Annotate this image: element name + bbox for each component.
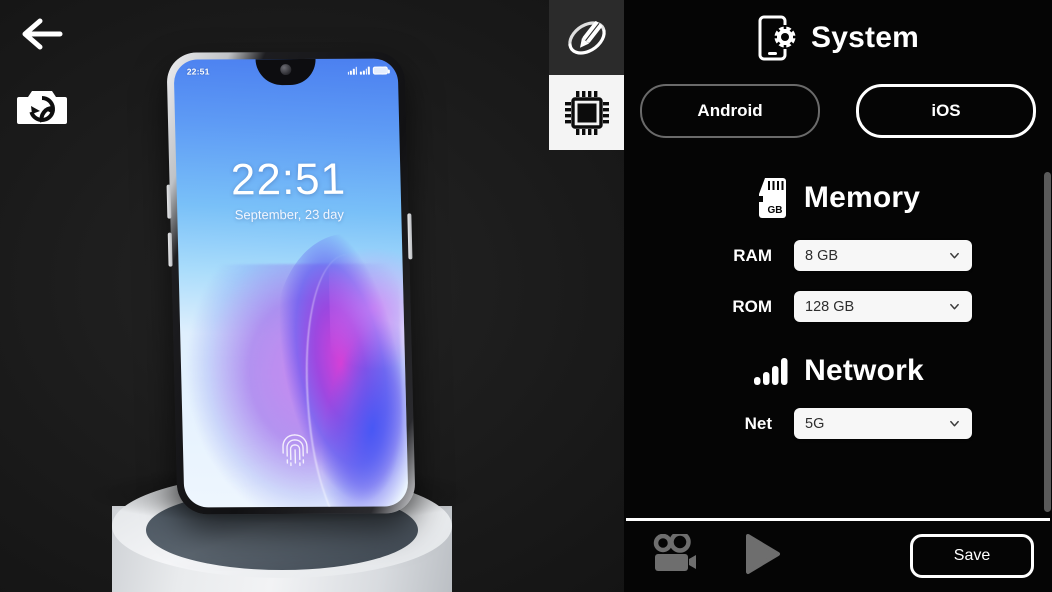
chevron-down-icon bbox=[950, 252, 959, 258]
network-section-header: Network bbox=[624, 354, 1052, 388]
ram-label: RAM bbox=[733, 245, 772, 265]
play-button[interactable] bbox=[742, 532, 782, 581]
phone-gear-icon bbox=[758, 15, 798, 61]
app-root: 22:51 22:51 September, 23 day System And… bbox=[0, 0, 1052, 592]
record-button[interactable] bbox=[652, 531, 704, 579]
fingerprint-icon bbox=[282, 434, 308, 467]
panel-scrollbar-track[interactable] bbox=[1043, 0, 1052, 518]
chevron-down-icon bbox=[950, 420, 959, 426]
save-button[interactable]: Save bbox=[910, 534, 1034, 578]
tab-rail bbox=[549, 0, 624, 150]
pencil-orbit-icon bbox=[567, 20, 606, 55]
net-value: 5G bbox=[805, 415, 825, 432]
tab-design[interactable] bbox=[549, 0, 624, 75]
phone-preview-viewport[interactable]: 22:51 22:51 September, 23 day bbox=[0, 0, 624, 592]
camera-switch-button[interactable] bbox=[14, 78, 70, 134]
back-button[interactable] bbox=[14, 6, 70, 62]
status-bar-time: 22:51 bbox=[186, 66, 210, 77]
phone-screen: 22:51 22:51 September, 23 day bbox=[173, 58, 409, 508]
os-button-ios[interactable]: iOS bbox=[856, 84, 1036, 138]
system-section-header: System bbox=[624, 14, 1052, 62]
os-selector: Android iOS bbox=[624, 84, 1052, 138]
rom-value: 128 GB bbox=[805, 298, 855, 315]
ram-value: 8 GB bbox=[805, 247, 839, 264]
phone-model[interactable]: 22:51 22:51 September, 23 day bbox=[166, 51, 416, 515]
net-select[interactable]: 5G bbox=[794, 408, 972, 439]
panel-scrollbar-thumb[interactable] bbox=[1044, 172, 1051, 512]
memory-title: Memory bbox=[803, 181, 921, 214]
rom-select[interactable]: 128 GB bbox=[794, 291, 972, 322]
settings-panel: System Android iOS GB Memory RAM 8 GB RO… bbox=[624, 0, 1052, 592]
signal-bars-icon bbox=[347, 66, 358, 75]
settings-scroll-area[interactable]: System Android iOS GB Memory RAM 8 GB RO… bbox=[624, 0, 1052, 518]
tab-hardware[interactable] bbox=[549, 75, 624, 150]
lockscreen-date: September, 23 day bbox=[234, 206, 345, 223]
movie-camera-icon bbox=[653, 531, 696, 571]
chevron-down-icon bbox=[950, 303, 959, 309]
field-row-net: Net 5G bbox=[624, 408, 1052, 439]
phone-volume-up-button bbox=[166, 184, 172, 219]
signal-bars-icon bbox=[754, 358, 788, 385]
field-row-rom: ROM 128 GB bbox=[624, 291, 1052, 322]
lockscreen-clock: 22:51 bbox=[230, 154, 347, 205]
back-arrow-icon bbox=[22, 18, 63, 50]
net-label: Net bbox=[744, 413, 772, 433]
phone-power-button bbox=[407, 213, 413, 260]
status-bar-indicators bbox=[347, 66, 388, 75]
signal-bars-icon bbox=[360, 66, 370, 75]
rom-label: ROM bbox=[732, 296, 772, 316]
play-triangle-icon bbox=[746, 534, 780, 574]
camera-rotate-icon bbox=[17, 91, 67, 124]
svg-text:GB: GB bbox=[767, 205, 782, 216]
memory-section-header: GB Memory bbox=[624, 176, 1052, 220]
network-title: Network bbox=[804, 354, 924, 387]
sd-card-gb-icon: GB bbox=[758, 178, 786, 218]
cpu-chip-icon bbox=[564, 90, 609, 135]
ram-select[interactable]: 8 GB bbox=[794, 240, 972, 271]
battery-icon bbox=[372, 66, 388, 75]
phone-volume-down-button bbox=[167, 232, 173, 267]
field-row-ram: RAM 8 GB bbox=[624, 240, 1052, 271]
os-button-android[interactable]: Android bbox=[640, 84, 820, 138]
front-camera-icon bbox=[280, 64, 292, 76]
panel-bottom-bar: Save bbox=[624, 521, 1052, 592]
system-title: System bbox=[811, 21, 919, 54]
